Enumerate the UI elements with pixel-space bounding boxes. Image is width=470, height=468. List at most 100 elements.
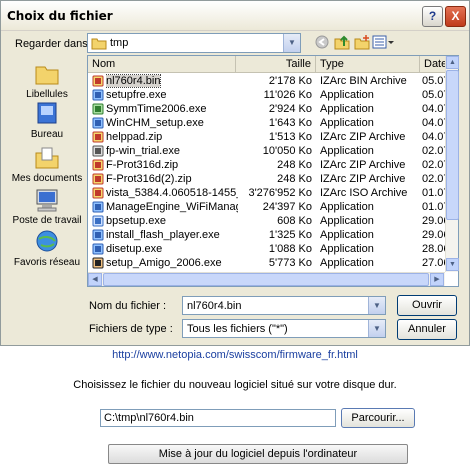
file-name-text: WinCHM_setup.exe xyxy=(106,117,204,129)
my-documents-icon xyxy=(35,147,59,169)
scroll-thumb[interactable] xyxy=(446,70,459,220)
file-name-text: SymmTime2006.exe xyxy=(106,103,207,115)
browse-button[interactable]: Parcourir... xyxy=(341,408,415,428)
setup-exe-icon xyxy=(92,117,104,129)
file-row[interactable]: nl760r4.bin 2'178 Ko IZArc BIN Archive 05.0… xyxy=(88,74,446,88)
file-name: setup_Amigo_2006.exe xyxy=(106,256,238,270)
file-date: 05.07 xyxy=(422,75,446,87)
file-path-input[interactable]: C:\tmp\nl760r4.bin xyxy=(100,409,336,427)
up-folder-icon[interactable] xyxy=(334,34,350,50)
chevron-down-icon[interactable]: ▼ xyxy=(368,297,385,314)
file-type: Application xyxy=(320,145,374,157)
instruction-text: Choisissez le fichier du nouveau logicie… xyxy=(73,379,397,391)
place-libellules[interactable]: Libellules xyxy=(11,61,83,100)
file-type: IZArc ZIP Archive xyxy=(320,159,406,171)
file-size: 2'178 Ko xyxy=(268,75,312,87)
file-date: 04.07 xyxy=(422,117,446,129)
file-name-text: F-Prot316d(2).zip xyxy=(106,173,192,185)
file-row[interactable]: helppad.zip 1'513 Ko IZArc ZIP Archive 04.0… xyxy=(88,130,446,144)
lookin-value: tmp xyxy=(110,37,129,49)
dialog-titlebar[interactable]: Choix du fichier ? X xyxy=(1,1,469,31)
file-date: 29.06 xyxy=(422,229,446,241)
file-row[interactable]: vista_5384.4.060518-1455_... 3'276'952 Ko… xyxy=(88,186,446,200)
setup-exe-icon xyxy=(92,201,104,213)
vertical-scrollbar[interactable]: ▲ ▼ xyxy=(445,56,459,272)
scroll-down-icon[interactable]: ▼ xyxy=(446,258,459,271)
file-type: IZArc BIN Archive xyxy=(320,75,407,87)
lookin-dropdown[interactable]: tmp ▼ xyxy=(87,33,301,53)
filetype-dropdown[interactable]: Tous les fichiers ("*") ▼ xyxy=(182,319,386,338)
gear-exe-icon xyxy=(92,215,104,227)
file-size: 608 Ko xyxy=(277,215,312,227)
place-poste-de-travail[interactable]: Poste de travail xyxy=(11,187,83,226)
file-name-text: bpsetup.exe xyxy=(106,215,166,227)
update-firmware-button[interactable]: Mise à jour du logiciel depuis l'ordinat… xyxy=(108,444,408,464)
file-name-text: disetup.exe xyxy=(106,243,163,255)
file-row[interactable]: setup_Amigo_2006.exe 5'773 Ko Application 2… xyxy=(88,256,446,270)
place-favoris-reseau[interactable]: Favoris réseau xyxy=(11,229,83,268)
file-size: 24'397 Ko xyxy=(262,201,312,213)
file-name: install_flash_player.exe xyxy=(106,228,238,242)
file-name-text: install_flash_player.exe xyxy=(106,229,220,241)
place-bureau[interactable]: Bureau xyxy=(11,101,83,140)
filetype-label: Fichiers de type : xyxy=(89,323,173,335)
horizontal-scrollbar[interactable]: ◀ ▶ xyxy=(88,272,445,286)
scroll-up-icon[interactable]: ▲ xyxy=(446,56,459,69)
setup-exe-icon xyxy=(92,229,104,241)
file-row[interactable]: F-Prot316d(2).zip 248 Ko IZArc ZIP Archive… xyxy=(88,172,446,186)
place-mes-documents[interactable]: Mes documents xyxy=(11,145,83,184)
file-type: IZArc ZIP Archive xyxy=(320,131,406,143)
column-header-name[interactable]: Nom xyxy=(88,56,236,73)
file-row[interactable]: setupfre.exe 11'026 Ko Application 05.07 xyxy=(88,88,446,102)
file-name-text: F-Prot316d.zip xyxy=(106,159,179,171)
file-name: bpsetup.exe xyxy=(106,214,238,228)
file-list[interactable]: Nom Taille Type Date nl760r4.bin 2'178 Ko… xyxy=(87,55,459,287)
file-size: 248 Ko xyxy=(277,173,312,185)
file-name: WinCHM_setup.exe xyxy=(106,116,238,130)
archive-icon xyxy=(92,159,104,171)
file-size: 5'773 Ko xyxy=(268,257,312,269)
file-row[interactable]: disetup.exe 1'088 Ko Application 28.06 xyxy=(88,242,446,256)
back-icon[interactable] xyxy=(314,34,330,50)
help-button[interactable]: ? xyxy=(422,6,443,27)
file-name-text: setup_Amigo_2006.exe xyxy=(106,257,222,269)
file-row[interactable]: fp-win_trial.exe 10'050 Ko Application 02.0… xyxy=(88,144,446,158)
file-row[interactable]: SymmTime2006.exe 2'924 Ko Application 04.07 xyxy=(88,102,446,116)
firmware-url-link[interactable]: http://www.netopia.com/swisscom/firmware… xyxy=(0,349,470,361)
file-row[interactable]: install_flash_player.exe 1'325 Ko Applicat… xyxy=(88,228,446,242)
file-type: Application xyxy=(320,243,374,255)
cancel-button[interactable]: Annuler xyxy=(397,319,457,340)
file-size: 1'088 Ko xyxy=(268,243,312,255)
filename-label: Nom du fichier : xyxy=(89,300,167,312)
place-label: Libellules xyxy=(26,89,68,100)
file-row[interactable]: bpsetup.exe 608 Ko Application 29.06 xyxy=(88,214,446,228)
view-menu-icon[interactable] xyxy=(372,34,394,50)
close-button[interactable]: X xyxy=(445,6,466,27)
file-date: 04.07 xyxy=(422,103,446,115)
file-date: 28.06 xyxy=(422,243,446,255)
file-size: 3'276'952 Ko xyxy=(248,187,312,199)
file-type: Application xyxy=(320,229,374,241)
file-row[interactable]: F-Prot316d.zip 248 Ko IZArc ZIP Archive 02.… xyxy=(88,158,446,172)
scroll-left-icon[interactable]: ◀ xyxy=(88,273,102,286)
scroll-right-icon[interactable]: ▶ xyxy=(430,273,444,286)
file-row[interactable]: WinCHM_setup.exe 1'643 Ko Application 04.07 xyxy=(88,116,446,130)
column-header-size[interactable]: Taille xyxy=(236,56,316,73)
scroll-thumb[interactable] xyxy=(103,273,429,286)
filename-input[interactable]: nl760r4.bin ▼ xyxy=(182,296,386,315)
new-folder-icon[interactable] xyxy=(354,34,370,50)
file-name: F-Prot316d(2).zip xyxy=(106,172,238,186)
archive-icon xyxy=(92,75,104,87)
chevron-down-icon[interactable]: ▼ xyxy=(368,320,385,337)
open-button[interactable]: Ouvrir xyxy=(397,295,457,316)
file-date: 01.07 xyxy=(422,201,446,213)
filename-value: nl760r4.bin xyxy=(187,300,242,312)
user-exe-icon xyxy=(92,257,104,269)
file-size: 1'325 Ko xyxy=(268,229,312,241)
dialog-title: Choix du fichier xyxy=(7,9,113,23)
file-size: 1'643 Ko xyxy=(268,117,312,129)
column-header-type[interactable]: Type xyxy=(316,56,420,73)
file-date: 02.07 xyxy=(422,145,446,157)
chevron-down-icon[interactable]: ▼ xyxy=(283,34,300,52)
file-row[interactable]: ManageEngine_WiFiManager.... 24'397 Ko App… xyxy=(88,200,446,214)
